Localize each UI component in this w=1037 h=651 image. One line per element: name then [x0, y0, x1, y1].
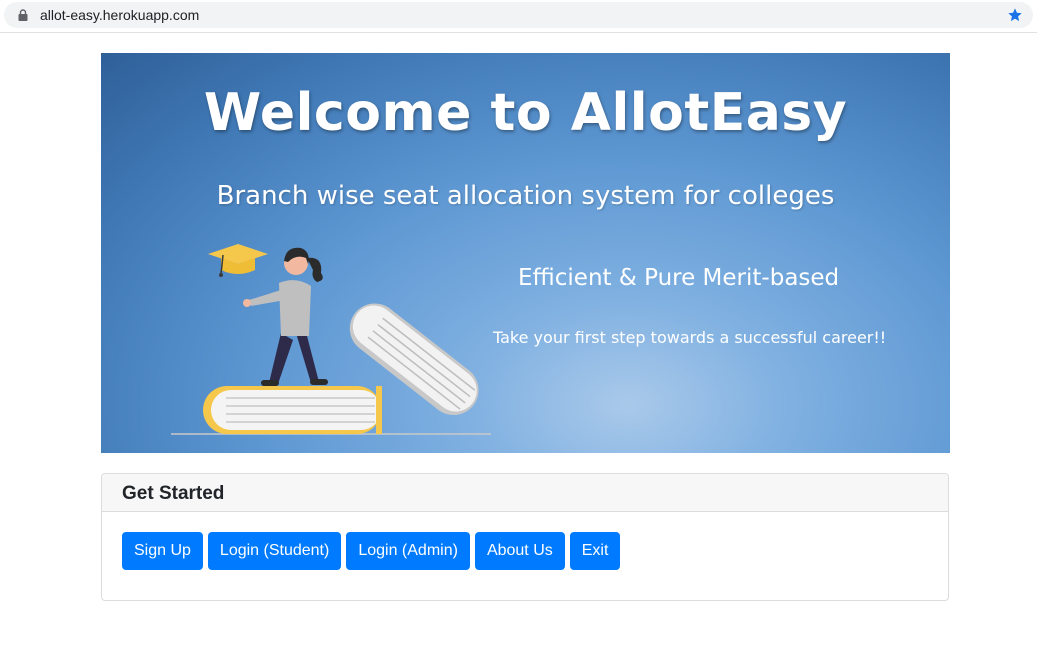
- hero-subtitle: Branch wise seat allocation system for c…: [216, 181, 835, 211]
- action-buttons: Sign Up Login (Student) Login (Admin) Ab…: [122, 532, 621, 570]
- hero-title: Welcome to AllotEasy: [203, 83, 848, 143]
- browser-address-bar: allot-easy.herokuapp.com: [0, 0, 1037, 33]
- hero-tagline: Efficient & Pure Merit-based: [518, 265, 840, 291]
- about-us-button[interactable]: About Us: [474, 532, 565, 570]
- hero-cta-text: Take your first step towards a successfu…: [493, 328, 887, 347]
- card-header: Get Started: [102, 474, 948, 512]
- omnibox[interactable]: allot-easy.herokuapp.com: [4, 2, 1033, 28]
- student-on-books-illustration: [171, 244, 491, 435]
- login-student-button[interactable]: Login (Student): [207, 532, 342, 570]
- url-text[interactable]: allot-easy.herokuapp.com: [40, 7, 199, 23]
- sign-up-button[interactable]: Sign Up: [122, 532, 203, 570]
- lock-icon[interactable]: [18, 9, 28, 21]
- exit-button[interactable]: Exit: [569, 532, 621, 570]
- login-admin-button[interactable]: Login (Admin): [346, 532, 470, 570]
- hero-banner: Welcome to AllotEasy Branch wise seat al…: [101, 53, 950, 453]
- card-title: Get Started: [122, 483, 225, 504]
- get-started-card: Get Started Sign Up Login (Student) Logi…: [101, 473, 949, 601]
- star-icon[interactable]: [1007, 7, 1023, 23]
